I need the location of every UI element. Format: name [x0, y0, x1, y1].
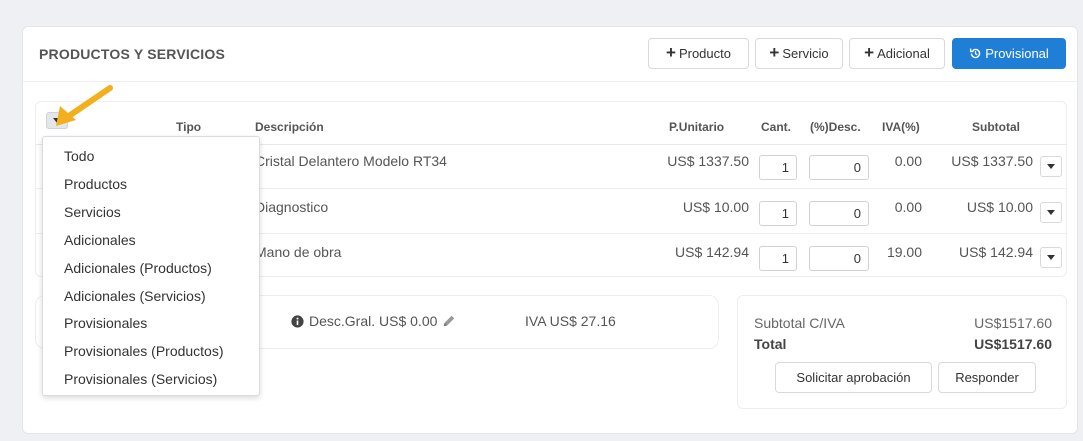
add-additional-button[interactable]: + Adicional	[849, 38, 945, 69]
filter-option-servicios[interactable]: Servicios	[64, 204, 121, 220]
filter-option-provisionales-servicios[interactable]: Provisionales (Servicios)	[64, 371, 217, 387]
row-unit-price: US$ 142.94	[675, 244, 749, 260]
column-header-qty: Cant.	[761, 120, 791, 134]
row-qty-input[interactable]: 1	[759, 201, 797, 226]
row-description: Diagnostico	[255, 199, 329, 215]
header-divider	[23, 81, 1077, 82]
request-approval-button[interactable]: Solicitar aprobación	[775, 362, 932, 393]
general-discount: Desc.Gral. US$ 0.00	[291, 313, 456, 329]
filter-option-adicionales[interactable]: Adicionales	[64, 232, 136, 248]
filter-option-adicionales-productos[interactable]: Adicionales (Productos)	[64, 260, 212, 276]
column-header-subtotal: Subtotal	[972, 120, 1020, 134]
pencil-icon[interactable]	[442, 314, 456, 328]
filter-option-adicionales-servicios[interactable]: Adicionales (Servicios)	[64, 288, 206, 304]
column-header-discount: (%)Desc.	[810, 120, 861, 134]
row-iva: 0.00	[894, 199, 922, 215]
caret-down-icon	[1047, 210, 1055, 215]
caret-down-icon	[1047, 255, 1055, 260]
row-iva: 19.00	[886, 244, 922, 260]
caret-down-icon	[1047, 164, 1055, 169]
row-qty-input[interactable]: 1	[759, 155, 797, 180]
subtotal-label: Subtotal C/IVA	[754, 315, 845, 331]
add-product-button[interactable]: + Producto	[648, 38, 749, 69]
row-subtotal: US$ 10.00	[966, 199, 1033, 215]
row-description: Cristal Delantero Modelo RT34	[255, 153, 447, 169]
row-subtotal: US$ 142.94	[959, 244, 1033, 260]
row-qty-input[interactable]: 1	[759, 246, 797, 271]
row-unit-price: US$ 10.00	[682, 199, 749, 215]
filter-option-provisionales-productos[interactable]: Provisionales (Productos)	[64, 343, 224, 359]
section-title: PRODUCTOS Y SERVICIOS	[39, 46, 225, 62]
subtotal-value: US$1517.60	[974, 315, 1052, 331]
row-discount-input[interactable]: 0	[809, 201, 869, 226]
totals-card: Subtotal C/IVA US$1517.60 Total US$1517.…	[737, 295, 1067, 409]
arrow-annotation-icon	[56, 85, 113, 126]
history-icon	[970, 48, 981, 59]
row-iva: 0.00	[894, 153, 922, 169]
provisional-button[interactable]: Provisional	[952, 38, 1066, 69]
row-unit-price: US$ 1337.50	[667, 153, 749, 169]
provisional-label: Provisional	[985, 46, 1049, 61]
plus-icon: +	[864, 43, 875, 62]
row-description: Mano de obra	[255, 244, 342, 260]
row-discount-input[interactable]: 0	[809, 155, 869, 180]
filter-option-provisionales[interactable]: Provisionales	[64, 315, 147, 331]
respond-button[interactable]: Responder	[938, 362, 1036, 393]
plus-icon: +	[666, 43, 676, 62]
iva-total: IVA US$ 27.16	[525, 313, 616, 329]
total-label: Total	[754, 336, 787, 352]
add-product-label: Producto	[678, 46, 731, 61]
row-actions-dropdown[interactable]	[1040, 247, 1062, 268]
plus-icon: +	[769, 43, 780, 62]
total-value: US$1517.60	[974, 336, 1052, 352]
info-icon	[291, 314, 304, 328]
filter-option-productos[interactable]: Productos	[64, 176, 127, 192]
row-subtotal: US$ 1337.50	[951, 153, 1033, 169]
column-header-iva: IVA(%)	[882, 120, 920, 134]
general-discount-label: Desc.Gral. US$ 0.00	[309, 313, 438, 329]
filter-dropdown-menu: Todo Productos Servicios Adicionales Adi…	[42, 136, 260, 396]
add-additional-label: Adicional	[877, 46, 930, 61]
column-header-descripcion: Descripción	[255, 120, 324, 134]
row-actions-dropdown[interactable]	[1040, 202, 1062, 223]
row-discount-input[interactable]: 0	[809, 246, 869, 271]
filter-option-todo[interactable]: Todo	[64, 148, 94, 164]
row-actions-dropdown[interactable]	[1040, 156, 1062, 177]
column-header-tipo: Tipo	[176, 120, 202, 134]
column-header-unit-price: P.Unitario	[669, 120, 725, 134]
add-service-button[interactable]: + Servicio	[755, 38, 843, 69]
add-service-label: Servicio	[782, 46, 829, 61]
